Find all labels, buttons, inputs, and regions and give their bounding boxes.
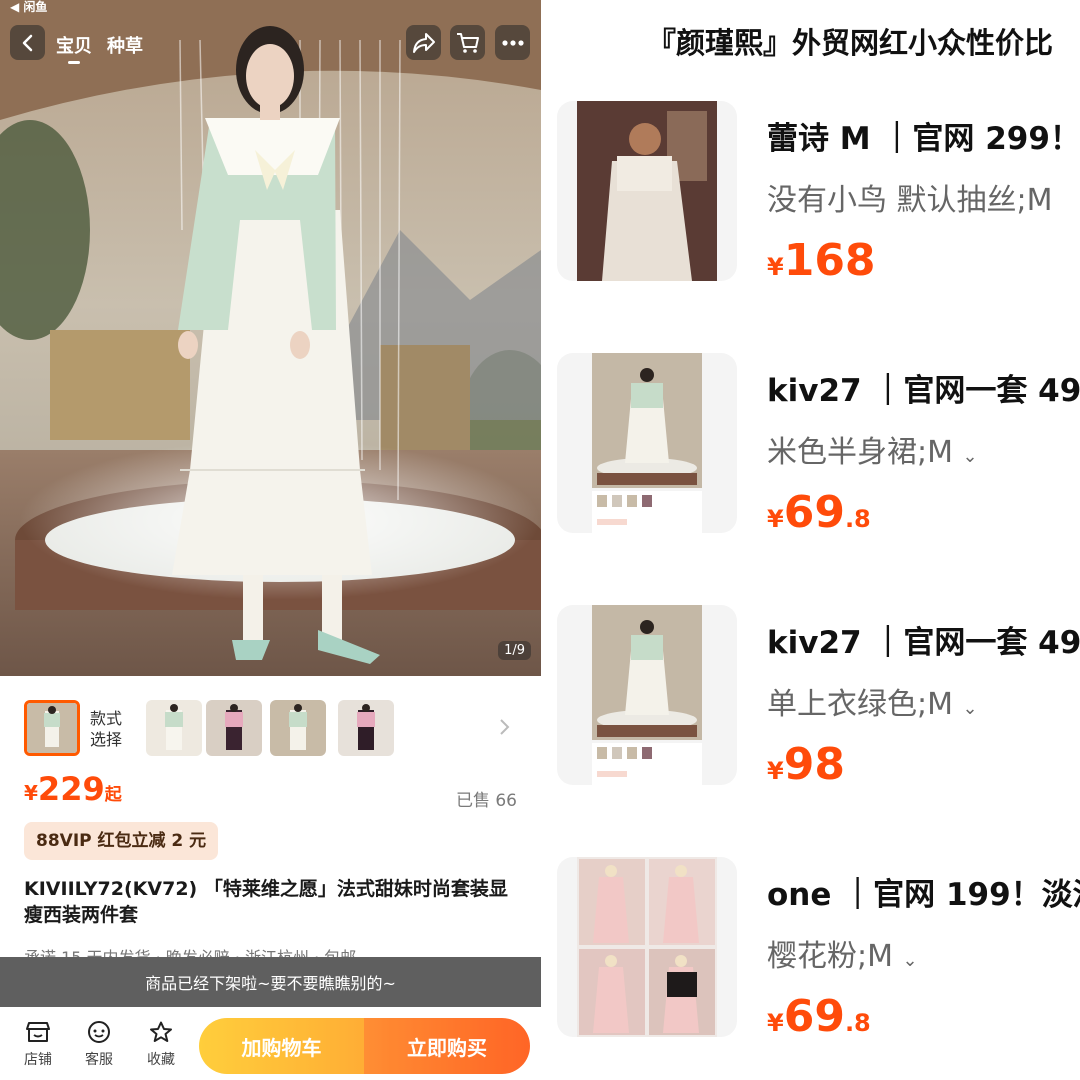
price-int: 168	[783, 235, 876, 286]
item-sku[interactable]: 樱花粉;M ⌄	[767, 931, 918, 975]
thumb-image	[27, 703, 77, 753]
cart-button[interactable]	[450, 25, 485, 60]
item-sku[interactable]: 米色半身裙;M ⌄	[767, 427, 978, 471]
style-thumb[interactable]	[270, 700, 326, 756]
price-dec: .8	[844, 505, 871, 533]
status-bar-back-label[interactable]: ◀ 闲鱼	[10, 0, 47, 15]
price-int: 98	[783, 739, 845, 790]
shop-title: 『颜瑾熙』外贸网红小众性价比	[647, 26, 1054, 60]
item-photo	[577, 857, 717, 1037]
product-price: ¥229起	[24, 770, 122, 808]
chevron-down-icon: ⌄	[962, 446, 978, 467]
item-price: ¥168	[767, 235, 876, 286]
product-detail-page: ◀ 闲鱼 宝贝 种草 1/9 款式 选择 ¥229起 已售 66 88VIP 红…	[0, 0, 541, 1080]
star-icon	[150, 1021, 172, 1042]
share-icon	[412, 32, 435, 53]
shop-icon	[26, 1022, 50, 1042]
thumb-image	[338, 700, 394, 756]
list-item[interactable]: kiv27 ｜官网一套 490 米色半身裙;M ⌄ ¥69.8	[557, 353, 1080, 553]
product-photo	[0, 0, 541, 676]
price-currency: ¥	[767, 253, 784, 281]
list-item[interactable]: kiv27 ｜官网一套 490 单上衣绿色;M ⌄ ¥98	[557, 605, 1080, 805]
item-name: kiv27 ｜官网一套 490	[767, 625, 1080, 661]
more-button[interactable]	[495, 25, 530, 60]
favorite-label: 收藏	[147, 1052, 175, 1068]
share-button[interactable]	[406, 25, 441, 60]
price-amount: 229	[37, 770, 105, 808]
back-arrow-icon	[22, 34, 32, 51]
product-title: KIVIILY72(KV72) 「特莱维之愿」法式甜妹时尚套装显瘦西装两件套	[24, 878, 508, 926]
offline-toast: 商品已经下架啦~要不要瞧瞧别的~	[0, 957, 541, 1007]
tab-seed[interactable]: 种草	[107, 32, 143, 58]
buy-now-button[interactable]: 立即购买	[364, 1018, 530, 1074]
item-image	[557, 605, 737, 785]
tab-item[interactable]: 宝贝	[56, 32, 92, 64]
item-sku-text: 单上衣绿色;M	[767, 687, 953, 722]
item-sku-text: 樱花粉;M	[767, 939, 893, 974]
item-price: ¥69.8	[767, 991, 871, 1042]
service-label: 客服	[85, 1052, 113, 1068]
cart-icon	[456, 32, 479, 53]
list-item[interactable]: one ｜官网 199！淡淡 樱花粉;M ⌄ ¥69.8	[557, 857, 1080, 1057]
item-image	[557, 101, 737, 281]
item-photo	[592, 605, 702, 785]
item-price: ¥98	[767, 739, 845, 790]
vip-discount-tag[interactable]: 88VIP 红包立减 2 元	[24, 822, 219, 860]
price-int: 69	[783, 991, 845, 1042]
item-sku[interactable]: 单上衣绿色;M ⌄	[767, 679, 978, 723]
item-name: one ｜官网 199！淡淡	[767, 877, 1080, 913]
style-selector[interactable]: 款式 选择	[0, 676, 541, 776]
item-photo	[577, 101, 717, 281]
item-name: 蕾诗 M ｜官网 299！圣	[767, 121, 1080, 157]
sold-count: 已售 66	[455, 791, 517, 811]
chevron-right-icon[interactable]	[499, 718, 511, 736]
thumb-image	[206, 700, 262, 756]
product-image-gallery[interactable]: ◀ 闲鱼 宝贝 种草 1/9	[0, 0, 541, 676]
price-int: 69	[783, 487, 845, 538]
item-image	[557, 857, 737, 1037]
item-sku: 没有小鸟 默认抽丝;M	[767, 183, 1053, 218]
service-icon	[88, 1021, 110, 1043]
item-image	[557, 353, 737, 533]
chevron-down-icon: ⌄	[962, 698, 978, 719]
price-suffix: 起	[104, 785, 122, 805]
style-thumb-selected[interactable]	[24, 700, 80, 756]
price-currency: ¥	[767, 1009, 784, 1037]
shop-button[interactable]: 店铺	[13, 1021, 63, 1069]
image-counter: 1/9	[498, 641, 531, 660]
style-thumb[interactable]	[146, 700, 202, 756]
style-thumb[interactable]	[338, 700, 394, 756]
back-button[interactable]	[10, 25, 45, 60]
price-currency: ¥	[24, 781, 38, 805]
more-icon	[501, 39, 524, 46]
item-photo	[592, 353, 702, 533]
thumb-image	[270, 700, 326, 756]
item-name: kiv27 ｜官网一套 490	[767, 373, 1080, 409]
shop-label: 店铺	[24, 1052, 52, 1068]
item-sku-text: 米色半身裙;M	[767, 435, 953, 470]
favorite-button[interactable]: 收藏	[136, 1021, 186, 1069]
price-dec: .8	[844, 1009, 871, 1037]
price-currency: ¥	[767, 757, 784, 785]
style-thumb[interactable]	[206, 700, 262, 756]
chevron-down-icon: ⌄	[902, 950, 918, 971]
shop-recommendation-list: 『颜瑾熙』外贸网红小众性价比 蕾诗 M ｜官网 299！圣 没有小鸟 默认抽丝;…	[541, 0, 1080, 1080]
style-select-label[interactable]: 款式 选择	[90, 708, 122, 750]
service-button[interactable]: 客服	[74, 1021, 124, 1069]
add-to-cart-button[interactable]: 加购物车	[199, 1018, 364, 1074]
thumb-image	[146, 700, 202, 756]
bottom-action-bar: 店铺 客服 收藏 加购物车 立即购买	[0, 1007, 541, 1080]
price-currency: ¥	[767, 505, 784, 533]
item-price: ¥69.8	[767, 487, 871, 538]
list-item[interactable]: 蕾诗 M ｜官网 299！圣 没有小鸟 默认抽丝;M ¥168	[557, 101, 1080, 301]
